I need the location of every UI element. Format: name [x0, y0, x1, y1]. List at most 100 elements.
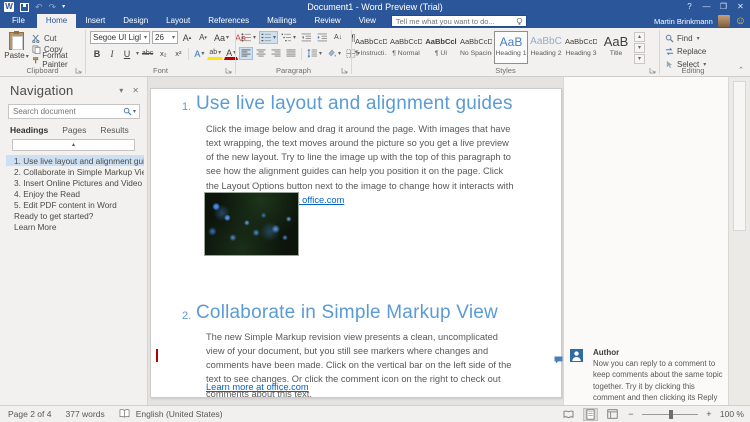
change-case-button[interactable]: Aa▾ [212, 31, 231, 44]
sort-button[interactable]: A↓ [331, 31, 345, 44]
tell-me-box[interactable] [391, 15, 527, 27]
multilevel-list-button[interactable]: ▾ [279, 31, 298, 44]
align-left-button[interactable] [239, 47, 253, 60]
nav-heading-7[interactable]: Learn More [6, 221, 144, 232]
user-name[interactable]: Martin Brinkmann [654, 17, 713, 26]
italic-button[interactable]: I [105, 47, 119, 60]
tab-home[interactable]: Home [37, 14, 76, 28]
bold-button[interactable]: B [90, 47, 104, 60]
nav-tab-headings[interactable]: Headings [10, 125, 48, 135]
feedback-smiley-icon[interactable]: ☺ [735, 16, 746, 27]
nav-heading-3[interactable]: 3. Insert Online Pictures and Video [6, 177, 144, 188]
nav-heading-1[interactable]: 1. Use live layout and alignment gui... [6, 155, 144, 166]
tell-me-input[interactable] [392, 17, 515, 26]
style-instruction[interactable]: AaBbCcD ¶ Instructi... [354, 31, 388, 64]
underline-button[interactable]: U [120, 47, 134, 60]
comment-anchor-icon[interactable] [554, 356, 563, 364]
replace-button[interactable]: Replace [665, 46, 706, 57]
grow-font-button[interactable]: A▴ [180, 31, 194, 44]
web-layout-button[interactable] [605, 408, 620, 421]
style-title[interactable]: AaB Title [599, 31, 633, 64]
shading-button[interactable]: ▾ [325, 47, 343, 60]
restore-icon[interactable]: ❐ [716, 0, 731, 13]
shrink-font-button[interactable]: A▾ [196, 31, 210, 44]
style-normal[interactable]: AaBbCcD ¶ Normal [389, 31, 423, 64]
styles-gallery-more-icon[interactable]: ▾ [634, 54, 645, 64]
ribbon-display-options-icon[interactable]: ? [682, 0, 697, 13]
bullets-button[interactable]: ▾ [239, 31, 258, 44]
navigation-pane-options-icon[interactable]: ▾ [119, 86, 123, 95]
read-mode-button[interactable] [561, 408, 576, 421]
nav-tab-results[interactable]: Results [100, 125, 128, 135]
scrollbar-thumb[interactable] [733, 81, 746, 231]
text-effects-button[interactable]: A▾ [192, 47, 206, 60]
zoom-level[interactable]: 100 % [720, 409, 744, 419]
proofing-icon[interactable] [119, 409, 130, 419]
tab-mailings[interactable]: Mailings [258, 14, 305, 28]
zoom-slider-thumb[interactable] [669, 410, 673, 419]
superscript-button[interactable]: x² [171, 47, 185, 60]
subscript-button[interactable]: x₂ [156, 47, 170, 60]
nav-heading-2[interactable]: 2. Collaborate in Simple Markup View [6, 166, 144, 177]
cut-button[interactable]: Cut [32, 33, 85, 43]
navigation-pane-close-icon[interactable]: ✕ [132, 86, 139, 95]
find-button[interactable]: Find▾ [665, 33, 706, 44]
nav-tab-pages[interactable]: Pages [62, 125, 86, 135]
navigation-search-input[interactable] [9, 107, 123, 116]
tab-view[interactable]: View [350, 14, 385, 28]
word-count[interactable]: 377 words [65, 409, 104, 419]
navigation-collapsed-heading-box[interactable]: ▴ [12, 139, 135, 151]
search-options-icon[interactable]: ▾ [133, 108, 136, 115]
style-heading-3[interactable]: AaBbCcD Heading 3 [564, 31, 598, 64]
zoom-in-button[interactable]: + [705, 409, 713, 419]
revision-bar[interactable] [156, 349, 158, 362]
tab-review[interactable]: Review [305, 14, 349, 28]
document-page: 1. Use live layout and alignment guides … [150, 88, 562, 398]
strikethrough-button[interactable]: abc [140, 47, 155, 60]
minimize-icon[interactable]: — [699, 0, 714, 13]
style-heading-2[interactable]: AaBbC Heading 2 [529, 31, 563, 64]
align-center-button[interactable] [254, 47, 268, 60]
clipboard-dialog-launcher-icon[interactable] [75, 67, 82, 74]
styles-scroll-down-icon[interactable]: ▾ [634, 43, 645, 53]
format-painter-button[interactable]: Format Painter [32, 55, 85, 65]
print-layout-button[interactable] [583, 408, 598, 421]
user-avatar[interactable] [718, 15, 730, 27]
nav-heading-6[interactable]: Ready to get started? [6, 210, 144, 221]
collapse-ribbon-icon[interactable]: ⌃ [738, 66, 744, 74]
vertical-scrollbar[interactable] [728, 77, 750, 405]
section2-heading: Collaborate in Simple Markup View [196, 302, 498, 324]
section2-link[interactable]: Learn more at office.com [206, 380, 309, 394]
increase-indent-button[interactable] [315, 31, 330, 44]
justify-button[interactable] [284, 47, 298, 60]
font-dialog-launcher-icon[interactable] [225, 67, 232, 74]
navigation-search-box[interactable]: ▾ [8, 104, 140, 119]
style-no-spacing[interactable]: AaBbCcD No Spacing [459, 31, 493, 64]
line-spacing-button[interactable]: ▾ [305, 47, 324, 60]
page-indicator[interactable]: Page 2 of 4 [8, 409, 51, 419]
underline-dropdown-icon[interactable]: ▾ [136, 50, 139, 57]
tab-insert[interactable]: Insert [76, 14, 114, 28]
styles-scroll-up-icon[interactable]: ▴ [634, 32, 645, 42]
align-right-button[interactable] [269, 47, 283, 60]
tab-references[interactable]: References [199, 14, 258, 28]
language-indicator[interactable]: English (United States) [136, 409, 223, 419]
nav-heading-5[interactable]: 5. Edit PDF content in Word [6, 199, 144, 210]
tab-design[interactable]: Design [114, 14, 157, 28]
numbering-button[interactable]: ▾ [259, 31, 278, 44]
nav-heading-4[interactable]: 4. Enjoy the Read [6, 188, 144, 199]
close-icon[interactable]: ✕ [733, 0, 748, 13]
tab-layout[interactable]: Layout [157, 14, 199, 28]
decrease-indent-button[interactable] [299, 31, 314, 44]
paragraph-dialog-launcher-icon[interactable] [341, 67, 348, 74]
style-heading-1[interactable]: AaB Heading 1 [494, 31, 528, 64]
zoom-slider[interactable] [642, 408, 698, 421]
zoom-out-button[interactable]: − [627, 409, 635, 419]
highlight-color-button[interactable]: ab▾ [207, 47, 223, 60]
font-size-combo[interactable]: 26▾ [152, 31, 178, 44]
styles-dialog-launcher-icon[interactable] [649, 67, 656, 74]
tab-file[interactable]: File [0, 14, 37, 28]
flowers-image[interactable] [204, 192, 299, 256]
style-ui[interactable]: AaBbCcl ¶ UI [424, 31, 458, 64]
font-name-combo[interactable]: Segoe UI Ligl▾ [90, 31, 150, 44]
